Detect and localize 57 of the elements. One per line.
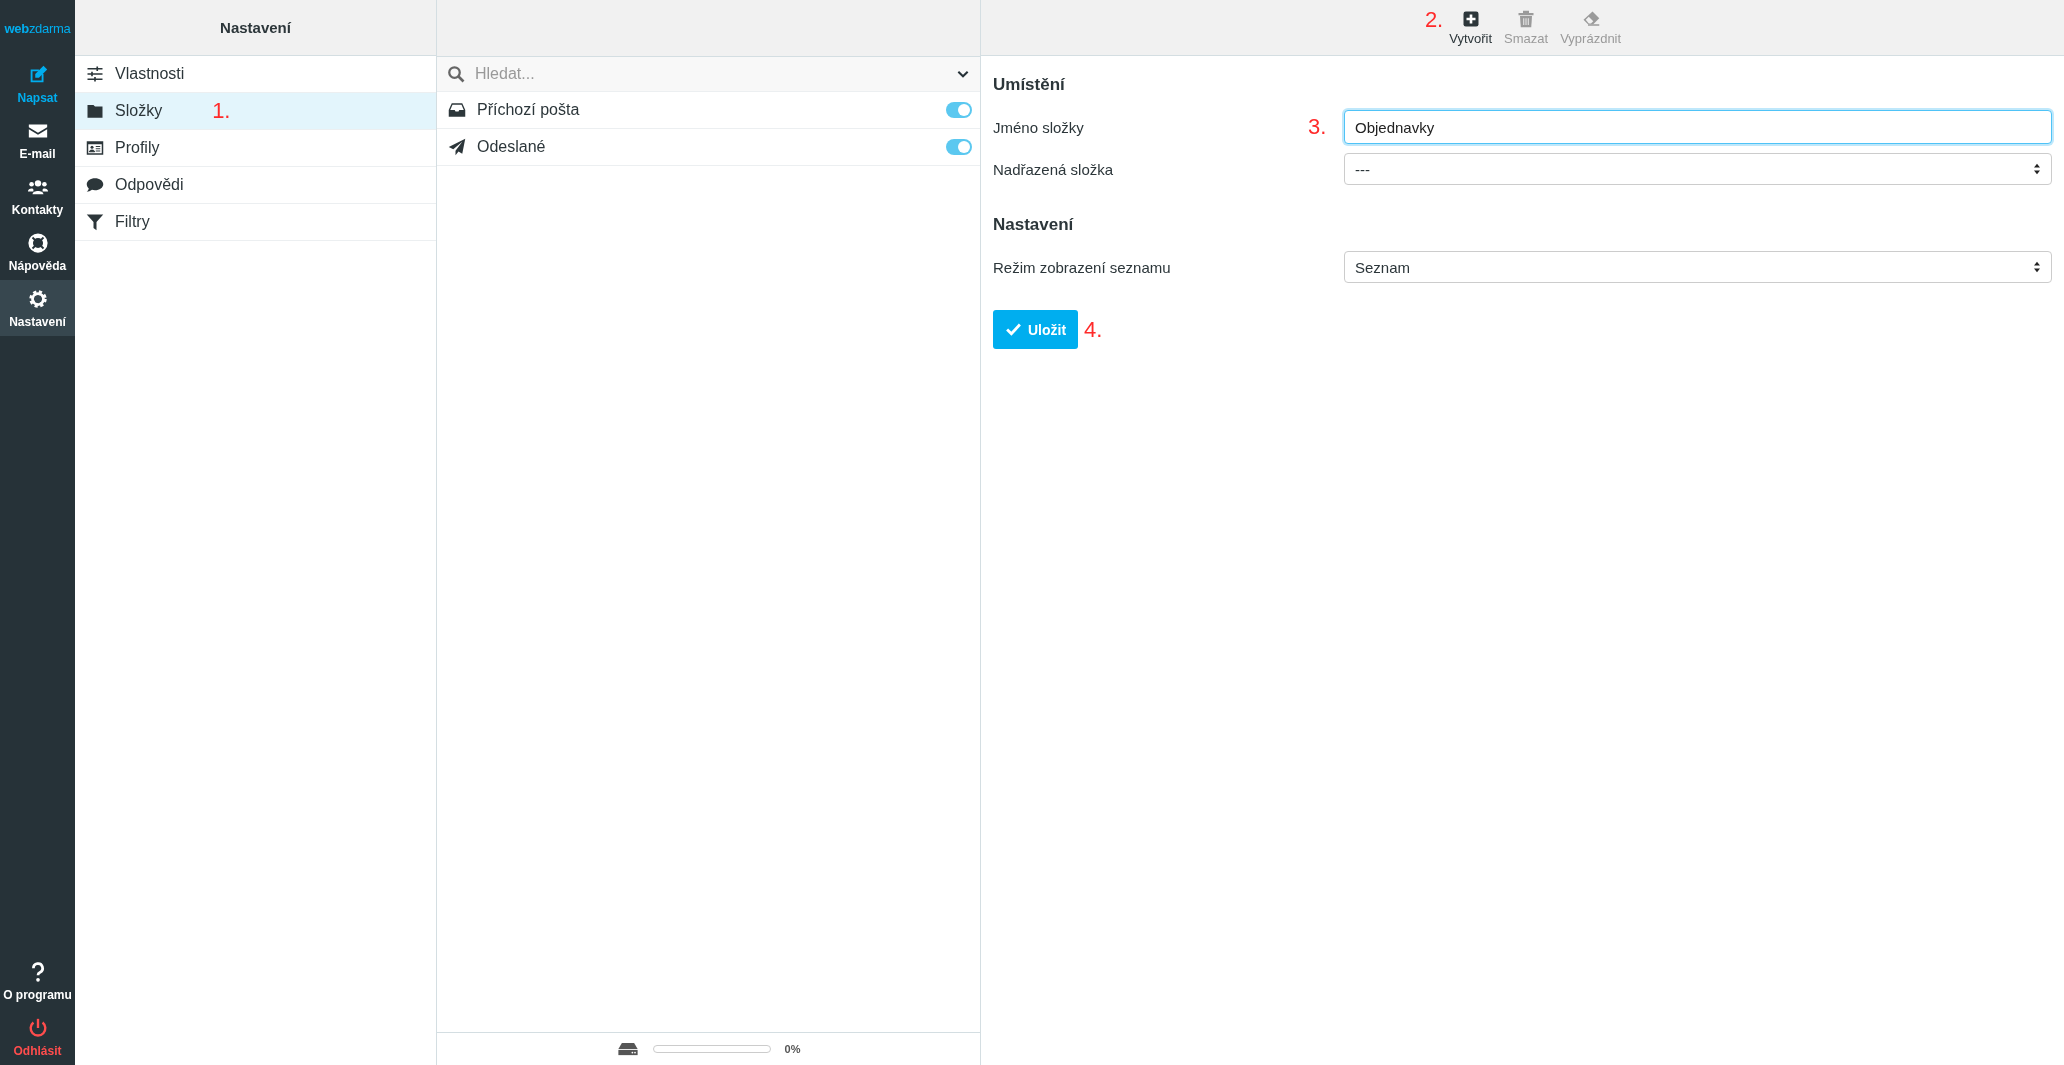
section-heading: Nastavení: [993, 214, 1075, 236]
settings-item[interactable]: Filtry: [75, 204, 436, 241]
folder-item[interactable]: Odeslané: [437, 129, 980, 166]
folder-name-field[interactable]: Objednavky: [1344, 110, 2052, 144]
settings-label: Složky: [115, 102, 163, 120]
select-field[interactable]: Seznam: [1344, 251, 2052, 283]
annotation-number: 4.: [1084, 316, 1103, 343]
folder-name: Příchozí pošta: [477, 101, 580, 119]
trash-icon: [1517, 9, 1536, 28]
paper-plane-icon: [447, 138, 467, 156]
field-label: Režim zobrazení seznamu: [993, 258, 1172, 276]
sliders-icon: [85, 65, 105, 83]
toolbar-button[interactable]: Vytvořit: [1449, 5, 1493, 50]
annotation-number: 2.: [1424, 6, 1444, 33]
folder-name: Odeslané: [477, 138, 546, 156]
sort-caret-icon: [2033, 261, 2041, 273]
select-field[interactable]: ---: [1344, 153, 2052, 185]
folder-item[interactable]: Příchozí pošta: [437, 92, 980, 129]
toggle-switch[interactable]: [946, 139, 972, 155]
nav-item[interactable]: Odhlásit: [0, 1009, 75, 1065]
hard-drive-icon: [616, 1042, 639, 1056]
nav-item[interactable]: Kontakty: [0, 168, 75, 224]
logo: webzdarma: [3, 19, 72, 38]
field-label: Nadřazená složka: [993, 160, 1115, 178]
annotation-number: 3.: [1308, 114, 1327, 140]
settings-item[interactable]: Složky 1.: [75, 93, 436, 130]
toggle-switch[interactable]: [946, 102, 972, 118]
settings-icon: [26, 288, 49, 310]
search-icon: [447, 65, 465, 83]
settings-label: Odpovědi: [115, 176, 184, 194]
checkmark-icon: [1005, 321, 1022, 338]
settings-item[interactable]: Odpovědi: [75, 167, 436, 204]
settings-label: Vlastnosti: [115, 65, 185, 83]
speech-bubble-icon: [85, 176, 105, 194]
settings-label: Filtry: [115, 213, 150, 231]
field-label: Jméno složky: [993, 118, 1085, 136]
settings-item[interactable]: Profily: [75, 130, 436, 167]
id-card-icon: [85, 139, 105, 157]
column-title: Nastavení: [220, 19, 291, 36]
search-bar[interactable]: Hledat...: [437, 56, 980, 92]
nav-item[interactable]: E-mail: [0, 112, 75, 168]
quota-reading: 0%: [784, 1043, 801, 1055]
nav-item[interactable]: Napsat: [0, 56, 75, 112]
folder-icon: [85, 102, 105, 120]
filter-icon: [85, 213, 105, 231]
inbox-icon: [447, 101, 467, 119]
search-field[interactable]: Hledat...: [473, 64, 948, 84]
nav-item[interactable]: O programu: [0, 953, 75, 1009]
settings-label: Profily: [115, 139, 160, 157]
nav-item[interactable]: Nastavení: [0, 280, 75, 336]
lifebuoy-icon: [26, 232, 49, 254]
sort-caret-icon: [2033, 163, 2041, 175]
annotation-number: 1.: [212, 98, 231, 124]
eraser-icon: [1581, 9, 1600, 28]
section-heading: Umístění: [993, 74, 1066, 96]
nav-item[interactable]: Nápověda: [0, 224, 75, 280]
plus-square-icon: [1461, 9, 1480, 28]
